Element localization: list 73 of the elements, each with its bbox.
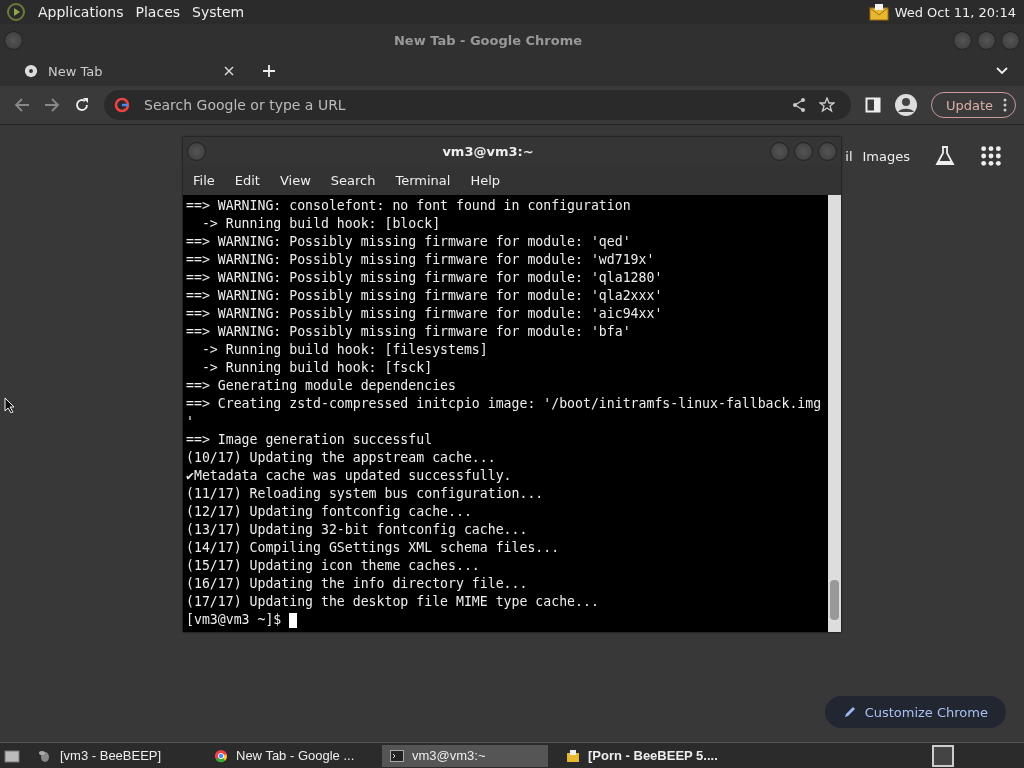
chevron-down-icon[interactable] — [996, 67, 1008, 75]
window-title: New Tab - Google Chrome — [392, 32, 584, 48]
terminal-line: ==> WARNING: Possibly missing firmware for module: 'qla1280' — [186, 269, 664, 287]
clock: Wed Oct 11, 20:14 — [894, 4, 1016, 20]
bee-icon — [38, 748, 52, 763]
update-button[interactable]: Update — [930, 92, 1016, 118]
pencil-icon — [842, 705, 857, 719]
terminal-line: (13/17) Updating 32-bit fontconfig cache... — [186, 521, 529, 539]
forward-icon[interactable] — [44, 97, 60, 113]
terminal-icon — [390, 748, 404, 763]
terminal-line: ==> WARNING: Possibly missing firmware for module: 'bfa' — [186, 323, 632, 341]
profile-icon[interactable] — [894, 94, 917, 116]
chrome-logo-icon — [214, 748, 228, 763]
terminal-line: ==> Image generation successful — [186, 431, 434, 449]
new-tab-icon[interactable] — [262, 64, 276, 78]
page-link[interactable]: Images — [862, 148, 910, 164]
terminal-line: ' — [186, 413, 195, 431]
envelope-icon[interactable] — [868, 3, 889, 21]
menu-item[interactable]: Terminal — [395, 172, 451, 188]
flask-icon[interactable] — [934, 145, 956, 167]
terminal-line: (15/17) Updating icon theme caches... — [186, 557, 481, 575]
share-icon[interactable] — [790, 97, 807, 113]
mouse-pointer-icon — [4, 397, 14, 413]
side-panel-icon[interactable] — [864, 97, 881, 113]
star-icon[interactable] — [818, 97, 835, 113]
window-title: vm3@vm3:~ — [441, 143, 535, 159]
taskbar-item[interactable]: [Porn - BeeBEEP 5.... — [558, 744, 724, 767]
apps-grid-icon[interactable] — [980, 145, 1002, 167]
terminal-line: ==> Generating module dependencies — [186, 377, 457, 395]
taskbar-item[interactable]: [vm3 - BeeBEEP] — [30, 744, 196, 767]
chrome-logo-icon — [24, 64, 38, 78]
menu-item[interactable]: Edit — [234, 172, 260, 188]
customize-chrome-button[interactable]: Customize Chrome — [824, 696, 1006, 728]
terminal-line: ✔Metadata cache was updated successfully. — [186, 467, 513, 485]
taskbar-item[interactable]: New Tab - Google ... — [206, 744, 372, 767]
menu-item[interactable]: Help — [470, 172, 501, 188]
address-field[interactable]: Search Google or type a URL — [142, 96, 779, 114]
panel-menu[interactable]: System — [192, 4, 245, 20]
page-link[interactable]: il — [845, 148, 853, 164]
terminal-line: ==> WARNING: consolefont: no font found in configuration — [186, 197, 632, 215]
taskbar-item[interactable]: vm3@vm3:~ — [382, 744, 548, 767]
terminal-line: -> Running build hook: [fsck] — [200, 359, 434, 377]
panel-menu[interactable]: Places — [135, 4, 181, 20]
terminal-line: -> Running build hook: [filesystems] — [200, 341, 489, 359]
terminal-line: ==> Creating zstd-compressed initcpio image: '/boot/initramfs-linux-fallback.img — [186, 395, 823, 413]
workspace-switcher[interactable] — [932, 744, 954, 767]
scrollbar[interactable] — [828, 195, 841, 632]
terminal-line: (17/17) Updating the desktop file MIME type cache... — [186, 593, 600, 611]
menu-item[interactable]: View — [279, 172, 311, 188]
terminal-line: ==> WARNING: Possibly missing firmware for module: 'qla2xxx' — [186, 287, 664, 305]
google-g-icon — [114, 97, 130, 113]
text-cursor — [289, 612, 298, 628]
terminal-prompt: [vm3@vm3 ~]$ — [186, 611, 282, 629]
menu-item[interactable]: Search — [330, 172, 376, 188]
terminal-line: (16/17) Updating the info directory file... — [186, 575, 529, 593]
panel-menu[interactable]: Applications — [38, 4, 124, 20]
terminal-line: (10/17) Updating the appstream cache... — [186, 449, 497, 467]
terminal-line: ==> WARNING: Possibly missing firmware for module: 'qed' — [186, 233, 632, 251]
terminal-line: -> Running build hook: [block] — [200, 215, 442, 233]
reload-icon[interactable] — [74, 97, 90, 113]
terminal-line: ==> WARNING: Possibly missing firmware for module: 'aic94xx' — [186, 305, 664, 323]
back-icon[interactable] — [14, 97, 30, 113]
terminal-line: (12/17) Updating fontconfig cache... — [186, 503, 473, 521]
terminal-line: ==> WARNING: Possibly missing firmware for module: 'wd719x' — [186, 251, 656, 269]
envelope-icon — [566, 748, 580, 763]
close-icon[interactable] — [224, 66, 234, 76]
menu-item[interactable]: File — [193, 172, 215, 188]
more-icon[interactable] — [1003, 98, 1007, 112]
play-logo-icon[interactable] — [6, 2, 26, 22]
address-bar[interactable]: Search Google or type a URL — [104, 90, 851, 120]
show-desktop-icon[interactable] — [4, 747, 20, 764]
terminal-line: (14/17) Compiling GSettings XML schema files... — [186, 539, 561, 557]
terminal-line: (11/17) Reloading system bus configuration... — [186, 485, 545, 503]
